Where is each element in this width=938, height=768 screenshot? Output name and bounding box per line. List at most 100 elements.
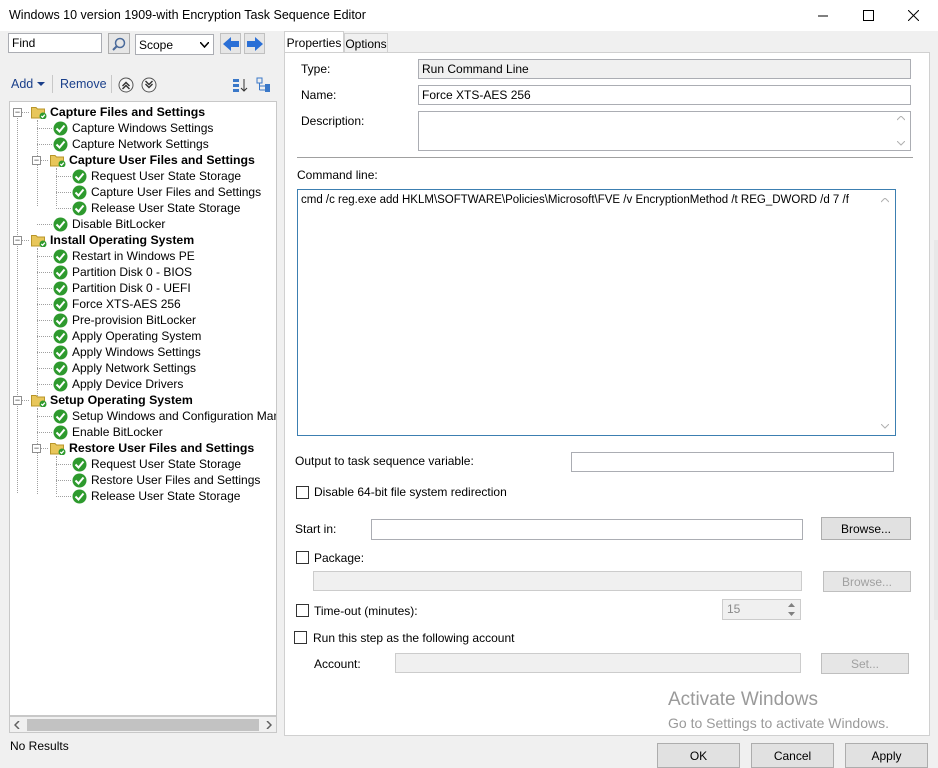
move-down-button[interactable]: [141, 77, 157, 96]
collapse-toggle[interactable]: −: [13, 108, 22, 117]
tree-group[interactable]: Install Operating System: [31, 232, 194, 248]
move-down-icon: [141, 77, 157, 93]
disable-redirection-checkbox[interactable]: [296, 486, 309, 499]
timeout-checkbox[interactable]: [296, 604, 309, 617]
tree-step[interactable]: Setup Windows and Configuration Manager: [53, 408, 276, 424]
close-icon: [907, 10, 919, 21]
success-check-icon: [53, 281, 68, 295]
run-as-label: Run this step as the following account: [313, 631, 515, 645]
find-input[interactable]: [8, 33, 102, 53]
package-browse-button: Browse...: [823, 571, 911, 592]
tree-step[interactable]: Restart in Windows PE: [53, 248, 195, 264]
tree-item-label: Partition Disk 0 - BIOS: [72, 265, 193, 279]
tree-item-label: Restore User Files and Settings: [69, 441, 255, 455]
success-check-icon: [53, 249, 68, 263]
collapse-all-button[interactable]: [256, 77, 272, 96]
tree-group[interactable]: Capture Files and Settings: [31, 104, 205, 120]
add-menu[interactable]: Add: [11, 77, 46, 91]
collapse-toggle[interactable]: −: [32, 444, 41, 453]
success-check-icon: [72, 185, 87, 199]
task-sequence-tree[interactable]: Capture Files and Settings − Capture Windo…: [9, 101, 277, 716]
scroll-down-icon: [897, 141, 905, 146]
tree-item-label: Capture User Files and Settings: [69, 153, 255, 167]
tree-step[interactable]: Enable BitLocker: [53, 424, 163, 440]
move-up-button[interactable]: [118, 77, 134, 96]
output-variable-input[interactable]: [571, 452, 894, 472]
tree-item-label: Capture Files and Settings: [50, 105, 206, 119]
remove-button[interactable]: Remove: [60, 77, 107, 91]
add-label: Add: [11, 77, 34, 91]
tree-item-label: Capture Windows Settings: [72, 121, 214, 135]
success-check-icon: [53, 425, 68, 439]
title-bar: Windows 10 version 1909-with Encryption …: [0, 0, 938, 31]
chevron-down-icon: [200, 42, 209, 48]
next-button[interactable]: [244, 33, 265, 54]
package-checkbox[interactable]: [296, 551, 309, 564]
success-check-icon: [53, 313, 68, 327]
tree-step[interactable]: Apply Network Settings: [53, 360, 196, 376]
tab-properties[interactable]: Properties: [284, 31, 344, 53]
tree-step[interactable]: Restore User Files and Settings: [72, 472, 260, 488]
tree-group[interactable]: Restore User Files and Settings: [50, 440, 254, 456]
run-as-checkbox[interactable]: [294, 631, 307, 644]
close-button[interactable]: [890, 0, 936, 31]
success-check-icon: [72, 201, 87, 215]
ok-button[interactable]: OK: [657, 743, 740, 768]
minimize-icon: [817, 15, 828, 17]
scroll-right-icon: [266, 721, 272, 729]
tree-step[interactable]: Capture User Files and Settings: [72, 184, 261, 200]
tree-step[interactable]: Disable BitLocker: [53, 216, 165, 232]
success-check-icon: [53, 297, 68, 311]
search-button[interactable]: [108, 33, 130, 54]
browse-button[interactable]: Browse...: [821, 517, 911, 540]
tree-step[interactable]: Release User State Storage: [72, 488, 240, 504]
tab-options[interactable]: Options: [344, 33, 388, 53]
description-textarea[interactable]: [418, 111, 911, 151]
activation-watermark-title: Activate Windows: [668, 689, 818, 710]
start-in-label: Start in:: [295, 522, 337, 536]
tree-step[interactable]: Capture Windows Settings: [53, 120, 213, 136]
scroll-left-icon: [14, 721, 20, 729]
command-line-textarea[interactable]: cmd /c reg.exe add HKLM\SOFTWARE\Policie…: [297, 189, 896, 436]
collapse-toggle[interactable]: −: [13, 236, 22, 245]
previous-button[interactable]: [220, 33, 241, 54]
timeout-stepper: 15: [722, 599, 801, 620]
scope-value: Scope: [139, 37, 174, 52]
tree-step[interactable]: Capture Network Settings: [53, 136, 209, 152]
tree-step[interactable]: Partition Disk 0 - BIOS: [53, 264, 192, 280]
sort-button[interactable]: [232, 77, 248, 96]
scope-dropdown[interactable]: Scope: [135, 34, 214, 55]
stepper-up-icon: [788, 603, 795, 607]
minimize-button[interactable]: [800, 0, 846, 31]
tree-step[interactable]: Request User State Storage: [72, 168, 241, 184]
apply-button[interactable]: Apply: [845, 743, 928, 768]
tree-item-label: Capture User Files and Settings: [91, 185, 262, 199]
tree-item-label: Setup Operating System: [50, 393, 193, 407]
tree-step[interactable]: Force XTS-AES 256: [53, 296, 181, 312]
tree-group[interactable]: Setup Operating System: [31, 392, 193, 408]
tree-step[interactable]: Pre-provision BitLocker: [53, 312, 196, 328]
name-input[interactable]: [418, 85, 911, 105]
success-check-icon: [72, 489, 87, 503]
success-check-icon: [53, 137, 68, 151]
collapse-toggle[interactable]: −: [32, 156, 41, 165]
success-check-icon: [53, 121, 68, 135]
tree-step[interactable]: Apply Device Drivers: [53, 376, 183, 392]
tree-item-label: Capture Network Settings: [72, 137, 209, 151]
tree-step[interactable]: Partition Disk 0 - UEFI: [53, 280, 191, 296]
activation-watermark-subtitle: Go to Settings to activate Windows.: [668, 715, 889, 731]
scrollbar-thumb[interactable]: [27, 719, 259, 731]
maximize-button[interactable]: [845, 0, 891, 31]
start-in-input[interactable]: [371, 519, 803, 540]
stepper-down-icon: [788, 612, 795, 616]
account-field: [395, 653, 801, 673]
cancel-button[interactable]: Cancel: [751, 743, 834, 768]
tree-step[interactable]: Apply Windows Settings: [53, 344, 201, 360]
tree-horizontal-scrollbar[interactable]: [9, 716, 277, 733]
collapse-toggle[interactable]: −: [13, 396, 22, 405]
description-label: Description:: [301, 114, 365, 128]
tree-step[interactable]: Apply Operating System: [53, 328, 201, 344]
tree-step[interactable]: Release User State Storage: [72, 200, 240, 216]
tree-group[interactable]: Capture User Files and Settings: [50, 152, 255, 168]
tree-step[interactable]: Request User State Storage: [72, 456, 241, 472]
